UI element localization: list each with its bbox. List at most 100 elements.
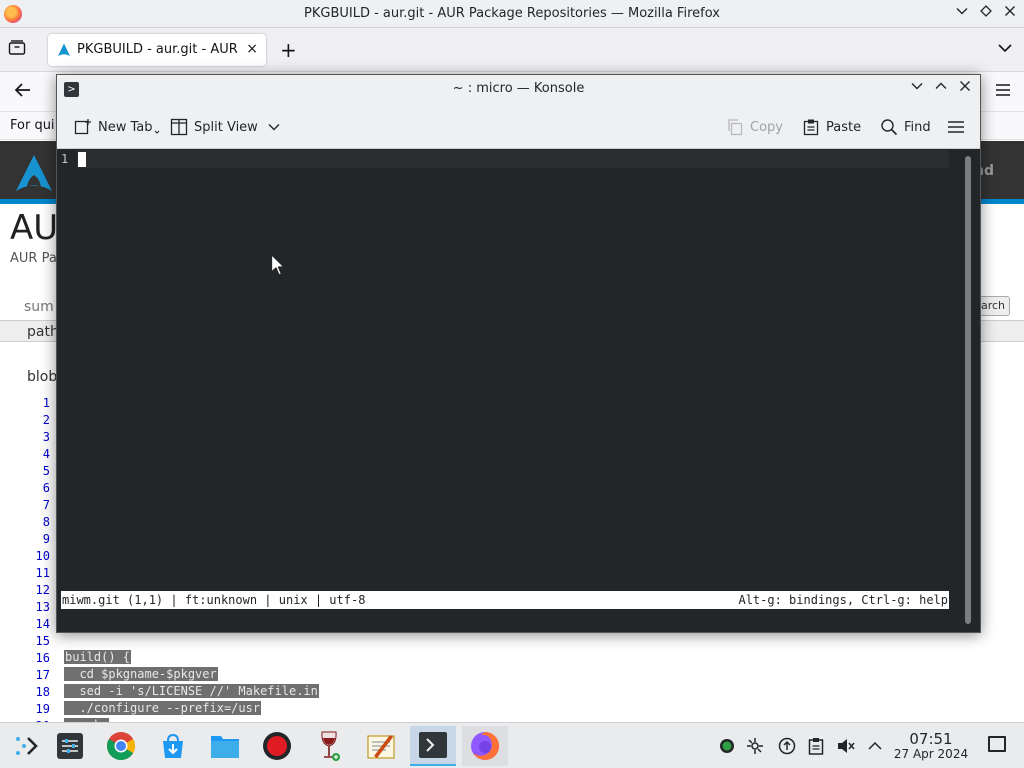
mouse-pointer-icon	[270, 253, 285, 276]
code-line-number[interactable]: 13	[30, 599, 50, 616]
code-line-numbers: 1234567891011121314151617181920	[30, 395, 50, 735]
konsole-icon[interactable]	[410, 726, 456, 766]
show-desktop-button[interactable]	[988, 736, 1006, 752]
code-line-number[interactable]: 17	[30, 667, 50, 684]
updates-icon[interactable]	[778, 737, 796, 755]
tab-close-icon[interactable]: ×	[246, 41, 258, 57]
path-label: path	[27, 324, 59, 340]
maximize-icon[interactable]	[932, 80, 950, 98]
code-line-number[interactable]: 11	[30, 565, 50, 582]
code-line: sed -i 's/LICENSE //' Makefile.in	[64, 683, 319, 700]
dolphin-icon[interactable]	[202, 726, 248, 766]
editor-line-number: 1	[61, 152, 69, 166]
chrome-icon[interactable]	[98, 726, 144, 766]
code-line: cd $pkgname-$pkgver	[64, 666, 319, 683]
terminal-area[interactable]: 1 miwm.git (1,1) | ft:unknown | unix | u…	[57, 149, 980, 632]
code-line-text: sed -i 's/LICENSE //' Makefile.in	[64, 684, 319, 698]
new-tab-icon	[74, 119, 91, 135]
split-view-label: Split View	[194, 119, 258, 135]
discover-icon[interactable]	[150, 726, 196, 766]
chevron-down-icon	[268, 124, 280, 131]
split-view-icon	[170, 118, 188, 136]
clipboard-icon[interactable]	[807, 737, 825, 755]
split-view-button[interactable]: Split View	[170, 117, 286, 137]
status-right: Alt-g: bindings, Ctrl-g: help	[738, 593, 948, 607]
wine-icon[interactable]	[306, 726, 352, 766]
code-line-number[interactable]: 12	[30, 582, 50, 599]
close-icon[interactable]	[956, 80, 974, 98]
paste-button[interactable]: Paste	[802, 117, 861, 137]
code-line-number[interactable]: 9	[30, 531, 50, 548]
code-line-number[interactable]: 3	[30, 429, 50, 446]
firefox-window-title: PKGBUILD - aur.git - AUR Package Reposit…	[304, 6, 720, 21]
aur-page-subtitle: AUR Pa	[10, 251, 57, 266]
back-icon[interactable]	[14, 82, 32, 103]
terminal-scrollbar[interactable]	[965, 156, 971, 624]
app-launcher-icon[interactable]	[2, 726, 48, 766]
kdeconnect-icon[interactable]	[746, 737, 764, 755]
arch-favicon-icon	[58, 43, 70, 56]
code-line-number[interactable]: 8	[30, 514, 50, 531]
text-cursor	[78, 152, 86, 167]
code-line: ./configure --prefix=/usr	[64, 700, 319, 717]
status-left: miwm.git (1,1) | ft:unknown | unix | utf…	[62, 593, 366, 607]
status-dot-icon[interactable]	[718, 737, 736, 755]
code-line-number[interactable]: 10	[30, 548, 50, 565]
copy-label: Copy	[750, 119, 783, 135]
summary-tab[interactable]: sum	[24, 299, 54, 315]
current-line-highlight	[77, 150, 949, 168]
find-button[interactable]: Find	[880, 117, 931, 137]
firefox-tab-pkgbuild[interactable]: PKGBUILD - aur.git - AUR Package Reposit…	[48, 34, 266, 66]
code-line-number[interactable]: 2	[30, 412, 50, 429]
list-all-tabs-icon[interactable]	[998, 42, 1012, 57]
new-tab-button[interactable]: New Tab	[74, 117, 160, 137]
code-line-number[interactable]: 4	[30, 446, 50, 463]
minimize-icon[interactable]	[908, 80, 926, 98]
taskbar	[0, 722, 1024, 768]
hamburger-menu-icon[interactable]	[948, 117, 970, 137]
blob-label: blob	[27, 369, 58, 385]
code-line-number[interactable]: 19	[30, 701, 50, 718]
new-tab-label: New Tab	[98, 119, 153, 135]
code-line-text: cd $pkgname-$pkgver	[64, 667, 218, 681]
firefox-view-icon[interactable]	[8, 40, 30, 60]
paste-icon	[803, 119, 819, 136]
konsole-toolbar: New Tab Split View Copy Paste Find	[57, 103, 980, 149]
konsole-window: > ~ : micro — Konsole New Tab Split View…	[56, 74, 981, 633]
paste-label: Paste	[826, 119, 862, 135]
maximize-icon[interactable]	[976, 4, 996, 24]
code-line-number[interactable]: 1	[30, 395, 50, 412]
code-line-text: build() {	[64, 650, 132, 664]
code-line-text: ./configure --prefix=/usr	[64, 701, 262, 715]
copy-button[interactable]: Copy	[726, 117, 783, 137]
code-line-number[interactable]: 14	[30, 616, 50, 633]
find-label: Find	[904, 119, 931, 135]
obs-icon[interactable]	[254, 726, 300, 766]
code-line-number[interactable]: 6	[30, 480, 50, 497]
code-line-number[interactable]: 16	[30, 650, 50, 667]
code-line-number[interactable]: 5	[30, 463, 50, 480]
hamburger-menu-icon[interactable]	[996, 81, 1010, 101]
code-line: build() {	[64, 649, 319, 666]
copy-icon	[728, 119, 743, 136]
code-line-number[interactable]: 7	[30, 497, 50, 514]
close-icon[interactable]	[1000, 4, 1020, 24]
clock-time[interactable]: 07:51	[898, 730, 964, 748]
micro-statusbar: miwm.git (1,1) | ft:unknown | unix | utf…	[61, 591, 949, 609]
firefox-icon[interactable]	[462, 726, 508, 766]
search-icon	[881, 119, 898, 136]
system-settings-icon[interactable]	[47, 726, 93, 766]
code-line-number[interactable]: 18	[30, 684, 50, 701]
konsole-window-title: ~ : micro — Konsole	[452, 81, 585, 96]
chevron-down-icon	[154, 130, 159, 134]
minimize-icon[interactable]	[952, 4, 972, 24]
kwrite-icon[interactable]	[358, 726, 404, 766]
konsole-titlebar: > ~ : micro — Konsole	[57, 75, 980, 103]
code-line-number[interactable]: 15	[30, 633, 50, 650]
arch-logo-icon[interactable]	[14, 153, 54, 193]
volume-muted-icon[interactable]	[837, 737, 855, 755]
clock-date[interactable]: 27 Apr 2024	[890, 747, 972, 761]
tab-label: PKGBUILD - aur.git - AUR Package Reposit…	[77, 42, 237, 57]
tray-expand-icon[interactable]	[866, 737, 884, 755]
new-tab-button[interactable]: +	[280, 38, 297, 62]
